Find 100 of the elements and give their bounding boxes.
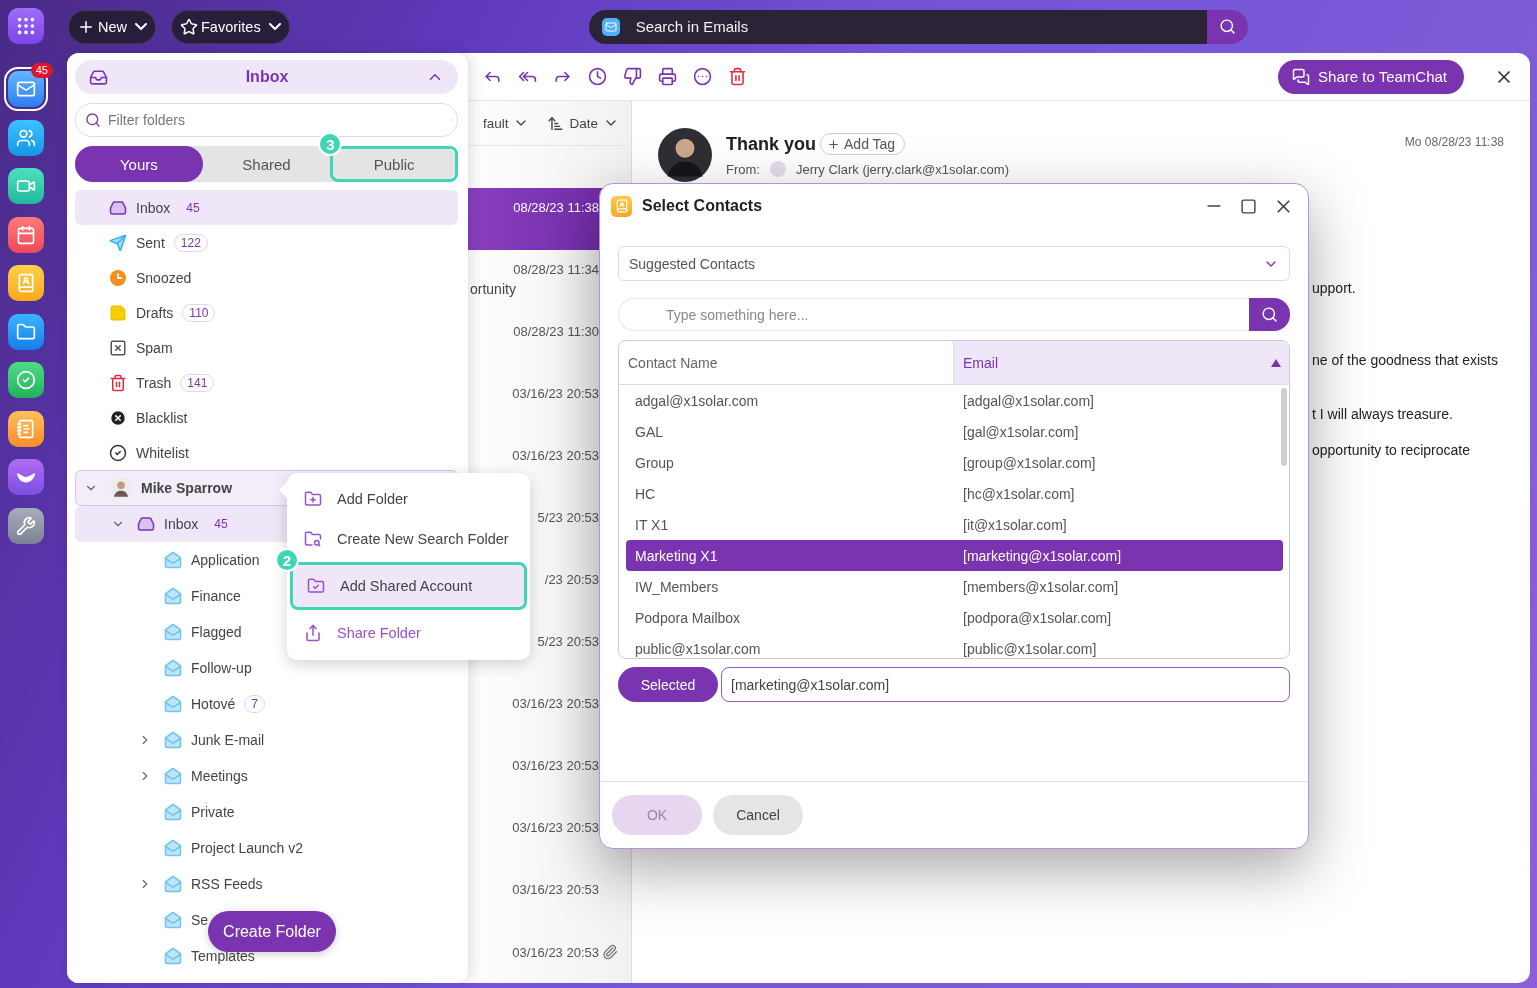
folder-item[interactable]: Flagged xyxy=(75,614,243,650)
contact-row[interactable]: Group [group@x1solar.com] xyxy=(626,447,1283,478)
print-icon[interactable] xyxy=(658,67,677,86)
folder-item[interactable]: Whitelist xyxy=(75,435,190,470)
message-snippet: ortunity xyxy=(470,281,516,297)
table-cell-text: Marketing X1 xyxy=(634,547,719,564)
open-envelope-icon xyxy=(164,875,182,893)
filter-field[interactable]: Filter folders xyxy=(75,103,458,137)
contact-row[interactable]: HC [hc@x1solar.com] xyxy=(626,478,1283,509)
app-button[interactable] xyxy=(8,362,44,398)
contact-row[interactable]: public@x1solar.com [public@x1solar.com] xyxy=(626,633,1283,658)
menu-item[interactable]: Add Shared Account xyxy=(290,562,527,610)
table-cell-text: [gal@x1solar.com] xyxy=(962,423,1080,440)
clock-icon xyxy=(109,268,127,287)
open-envelope-icon xyxy=(164,767,182,785)
add-tag-button[interactable]: Add Tag xyxy=(820,133,906,155)
folder-label: Blacklist xyxy=(136,409,188,426)
table-cell-text: [marketing@x1solar.com] xyxy=(962,547,1123,564)
check-icon xyxy=(109,443,127,462)
contact-row[interactable]: IT X1 [it@x1solar.com] xyxy=(626,509,1283,540)
search-field[interactable]: Search in Emails xyxy=(588,9,1207,44)
folder-item[interactable]: Trash 141 xyxy=(75,365,216,400)
folder-item[interactable]: Application xyxy=(75,542,261,578)
contact-row[interactable]: Marketing X1 [marketing@x1solar.com] xyxy=(626,540,1283,571)
note-icon xyxy=(109,303,127,322)
folder-item[interactable]: Private xyxy=(75,794,236,830)
open-envelope-icon xyxy=(164,839,182,857)
maximize-icon[interactable] xyxy=(1240,197,1257,215)
apps-button[interactable] xyxy=(8,8,44,44)
share-button[interactable]: Share to TeamChat xyxy=(1278,59,1464,94)
folder-item[interactable]: Junk E-mail xyxy=(75,722,266,758)
app-button[interactable] xyxy=(8,313,44,350)
new-button[interactable]: New xyxy=(68,9,156,44)
folder-item[interactable]: Hotové 7 xyxy=(75,686,267,722)
table-cell-text: IW_Members xyxy=(634,578,720,595)
app-button[interactable] xyxy=(8,168,44,204)
sort-dropdown[interactable]: Date xyxy=(547,114,619,132)
chevron-down-icon xyxy=(135,23,147,30)
folder-item[interactable]: Meetings xyxy=(75,758,249,794)
contact-row[interactable]: adgal@x1solar.com [adgal@x1solar.com] xyxy=(626,385,1283,416)
notification-badge: 45 xyxy=(30,63,53,78)
folder-icon xyxy=(16,321,36,342)
delete-icon[interactable] xyxy=(728,67,747,86)
contact-row[interactable]: GAL [gal@x1solar.com] xyxy=(626,416,1283,447)
thumbs-down-icon[interactable] xyxy=(623,67,642,86)
folder-item[interactable]: Drafts 110 xyxy=(75,295,217,330)
column-header[interactable]: Email xyxy=(953,341,1289,384)
selected-button[interactable]: Selected xyxy=(618,667,718,702)
blocked-icon xyxy=(109,408,127,427)
folder-item[interactable]: Finance xyxy=(75,578,242,614)
search-button[interactable] xyxy=(1249,298,1290,331)
folder-item[interactable]: Spam xyxy=(75,330,174,365)
folder-item[interactable]: Snoozed xyxy=(75,260,193,295)
folder-item[interactable]: Blacklist xyxy=(75,400,189,435)
app-button[interactable] xyxy=(8,507,44,544)
folder-item[interactable]: Project Launch v2 xyxy=(75,830,305,866)
folder-label: Whitelist xyxy=(136,444,189,461)
table-cell-text: [public@x1solar.com] xyxy=(962,640,1098,657)
folder-panel-header[interactable]: Inbox xyxy=(75,60,458,94)
folder-item[interactable]: Follow-up xyxy=(75,650,253,686)
folder-item[interactable]: Se xyxy=(75,902,210,938)
app-button[interactable] xyxy=(8,410,44,447)
search-button[interactable] xyxy=(1206,9,1248,44)
contact-row[interactable]: Podpora Mailbox [podpora@x1solar.com] xyxy=(626,602,1283,633)
contact-search-field[interactable]: Type something here... xyxy=(618,298,1249,331)
folder-item[interactable]: RSS Feeds xyxy=(75,866,264,902)
create-folder-button[interactable]: Create Folder xyxy=(208,911,336,952)
table-cell-text: [members@x1solar.com] xyxy=(962,578,1120,595)
clock-icon[interactable] xyxy=(588,67,607,86)
table-cell-text: Group xyxy=(634,454,675,471)
column-header[interactable]: Contact Name xyxy=(619,341,953,384)
message-date: 08/28/23 11:38 xyxy=(513,200,599,215)
message-date: 08/28/23 11:34 xyxy=(513,262,599,277)
app-button[interactable] xyxy=(8,265,44,301)
view-dropdown[interactable]: fault xyxy=(482,115,530,131)
selected-field[interactable]: [marketing@x1solar.com] xyxy=(721,667,1290,702)
folder-item[interactable]: Inbox 45 xyxy=(75,190,458,225)
more-icon[interactable] xyxy=(693,67,712,86)
avatar xyxy=(110,477,132,499)
cancel-button[interactable]: Cancel xyxy=(713,795,803,835)
app-button[interactable] xyxy=(8,216,44,253)
app-button[interactable] xyxy=(8,459,44,495)
message-row[interactable]: 03/16/23 20:53 xyxy=(468,870,631,932)
tab[interactable]: Yours xyxy=(75,146,203,182)
contact-row[interactable]: IW_Members [members@x1solar.com] xyxy=(626,571,1283,602)
check-icon xyxy=(16,370,36,390)
trash-icon xyxy=(109,373,127,392)
table-cell-text: [hc@x1solar.com] xyxy=(962,485,1076,502)
source-dropdown[interactable]: Suggested Contacts xyxy=(618,246,1290,281)
favorites-button[interactable]: Favorites xyxy=(171,9,290,44)
app-button[interactable] xyxy=(8,119,44,156)
calendar-icon xyxy=(16,224,36,245)
message-row[interactable]: 03/16/23 20:53 xyxy=(468,932,631,983)
menu-item[interactable]: Share Folder xyxy=(287,613,530,653)
folder-plus-icon xyxy=(304,490,322,508)
folder-label: Mike Sparrow xyxy=(141,480,233,496)
search-icon xyxy=(85,112,101,128)
open-envelope-icon xyxy=(164,731,182,749)
paper-plane-icon xyxy=(109,233,127,252)
folder-item[interactable]: Sent 122 xyxy=(75,225,209,260)
